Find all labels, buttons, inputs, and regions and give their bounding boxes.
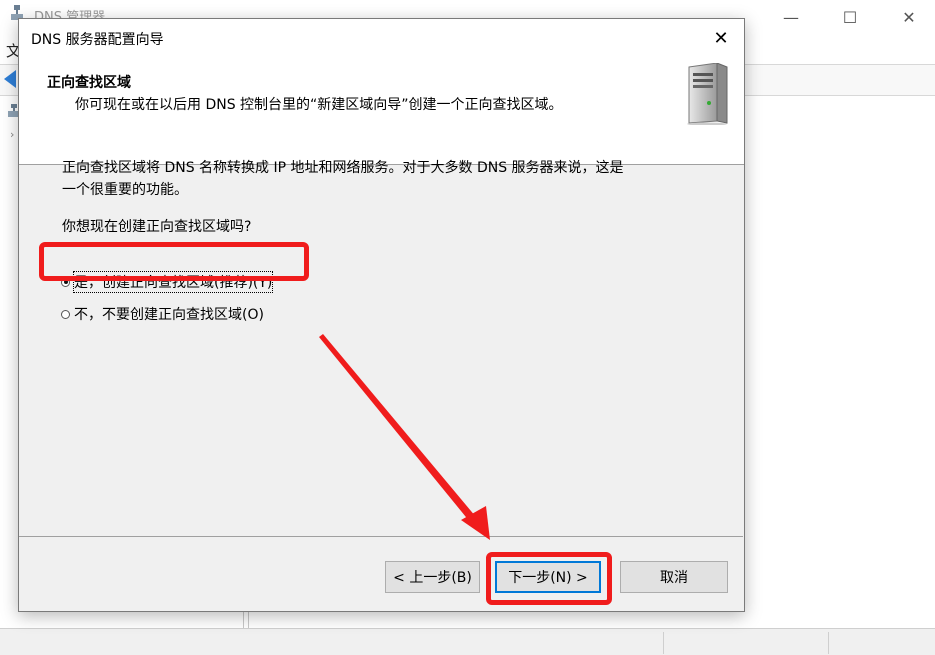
dialog-titlebar[interactable]: DNS 服务器配置向导 ✕ — [19, 19, 744, 57]
description-text: 正向查找区域将 DNS 名称转换成 IP 地址和网络服务。对于大多数 DNS 服… — [62, 157, 682, 201]
back-arrow-icon[interactable] — [4, 70, 16, 88]
page-title: 正向查找区域 — [47, 75, 131, 91]
window-close-button[interactable]: ✕ — [886, 4, 932, 30]
close-icon[interactable]: ✕ — [698, 19, 744, 57]
server-icon — [687, 63, 728, 125]
maximize-button[interactable]: ☐ — [827, 4, 873, 30]
status-divider — [828, 632, 829, 654]
description-line: 一个很重要的功能。 — [62, 182, 188, 198]
dialog-title: DNS 服务器配置向导 — [31, 32, 164, 48]
status-divider — [663, 632, 664, 654]
radio-unchecked-icon[interactable] — [61, 309, 70, 319]
question-label: 你想现在创建正向查找区域吗? — [62, 219, 252, 235]
wizard-header: 正向查找区域 你可现在或在以后用 DNS 控制台里的“新建区域向导”创建一个正向… — [19, 57, 744, 165]
footer-divider — [19, 536, 743, 537]
option-no-radio[interactable]: 不，不要创建正向查找区域(O) — [61, 304, 264, 324]
option-no-label[interactable]: 不，不要创建正向查找区域(O) — [74, 304, 264, 324]
tree-expand-icon[interactable]: › — [10, 128, 14, 141]
minimize-button[interactable]: — — [768, 4, 814, 30]
status-bar — [0, 628, 935, 655]
description-line: 正向查找区域将 DNS 名称转换成 IP 地址和网络服务。对于大多数 DNS 服… — [62, 160, 624, 176]
page-subtitle: 你可现在或在以后用 DNS 控制台里的“新建区域向导”创建一个正向查找区域。 — [75, 97, 563, 113]
cancel-button[interactable]: 取消 — [620, 561, 728, 593]
highlight-box-option-yes — [39, 242, 309, 281]
back-button[interactable]: < 上一步(B) — [385, 561, 480, 593]
highlight-box-next — [486, 552, 612, 605]
